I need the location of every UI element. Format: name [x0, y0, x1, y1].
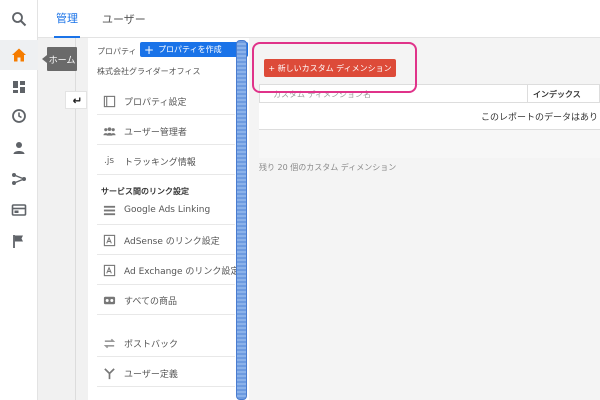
top-tab-bar: 管理 ユーザー — [38, 0, 600, 38]
property-settings-icon — [102, 94, 116, 108]
menu-postback[interactable]: ポストバック — [102, 334, 178, 352]
menu-all-products[interactable]: すべての商品 — [102, 291, 177, 309]
menu-label: トラッキング情報 — [124, 157, 196, 168]
menu-label: プロパティ設定 — [124, 97, 187, 108]
menu-label: ユーザー定義 — [124, 369, 178, 380]
menu-tracking-info[interactable]: .js トラッキング情報 — [102, 152, 196, 170]
vertical-scrollbar[interactable] — [236, 40, 247, 400]
remaining-dimensions-count: 残り 20 個のカスタム ディメンション — [259, 163, 397, 172]
plus-icon: + — [144, 42, 155, 57]
divider — [97, 386, 235, 387]
divider — [97, 284, 235, 285]
home-icon[interactable] — [0, 40, 38, 70]
analytics-admin-screen: 管理 ユーザー ホーム プロパティ + プロパティを作成 株式会社グライダーオフ… — [0, 0, 600, 400]
property-label: プロパティ — [97, 47, 137, 56]
divider — [97, 144, 235, 145]
annotation-highlight-box — [252, 42, 417, 93]
dashboard-icon[interactable] — [0, 72, 38, 102]
icon-rail — [0, 0, 38, 400]
divider — [97, 314, 235, 315]
adsense-icon — [102, 233, 116, 247]
menu-label: ポストバック — [124, 339, 179, 350]
divider — [97, 114, 235, 115]
menu-adsense-linking[interactable]: AdSense のリンク設定 — [102, 231, 220, 249]
user-definition-icon — [102, 366, 116, 380]
divider — [97, 254, 235, 255]
users-icon — [102, 124, 116, 138]
audience-person-icon[interactable] — [0, 133, 38, 163]
divider — [97, 174, 235, 175]
divider — [97, 356, 235, 357]
menu-adexchange-linking[interactable]: Ad Exchange のリンク設定 — [102, 261, 239, 279]
postback-icon — [102, 336, 116, 350]
divider — [97, 224, 235, 225]
column-header-index[interactable]: インデックス — [533, 86, 581, 102]
tab-user[interactable]: ユーザー — [102, 0, 146, 38]
menu-label: Google Ads Linking — [124, 205, 211, 215]
service-links-heading: サービス間のリンク設定 — [101, 187, 189, 196]
property-name: 株式会社グライダーオフィス — [97, 67, 201, 76]
empty-data-message: このレポートのデータはあり — [259, 103, 600, 129]
menu-property-settings[interactable]: プロパティ設定 — [102, 92, 186, 110]
menu-label: すべての商品 — [124, 296, 178, 307]
js-icon: .js — [103, 156, 115, 166]
menu-user-definition[interactable]: ユーザー定義 — [102, 364, 178, 382]
menu-google-ads-linking[interactable]: Google Ads Linking — [102, 201, 210, 219]
search-icon[interactable] — [0, 4, 38, 34]
table-footer — [259, 129, 600, 158]
google-ads-icon — [102, 203, 116, 217]
menu-label: Ad Exchange のリンク設定 — [124, 266, 240, 277]
column-divider — [527, 84, 528, 102]
acquisition-icon[interactable] — [0, 164, 38, 194]
create-property-label: プロパティを作成 — [158, 45, 222, 54]
menu-label: AdSense のリンク設定 — [124, 236, 220, 247]
back-button[interactable] — [65, 91, 87, 109]
menu-user-management[interactable]: ユーザー管理者 — [102, 122, 187, 140]
back-arrow-icon — [73, 97, 81, 104]
conversions-flag-icon[interactable] — [0, 226, 38, 256]
tab-admin[interactable]: 管理 — [54, 0, 80, 38]
home-tooltip: ホーム — [42, 47, 77, 71]
realtime-clock-icon[interactable] — [0, 101, 38, 131]
products-icon — [102, 293, 116, 307]
adexchange-icon — [102, 263, 116, 277]
menu-label: ユーザー管理者 — [124, 127, 187, 138]
create-property-button[interactable]: + プロパティを作成 — [140, 42, 248, 57]
behavior-icon[interactable] — [0, 195, 38, 225]
